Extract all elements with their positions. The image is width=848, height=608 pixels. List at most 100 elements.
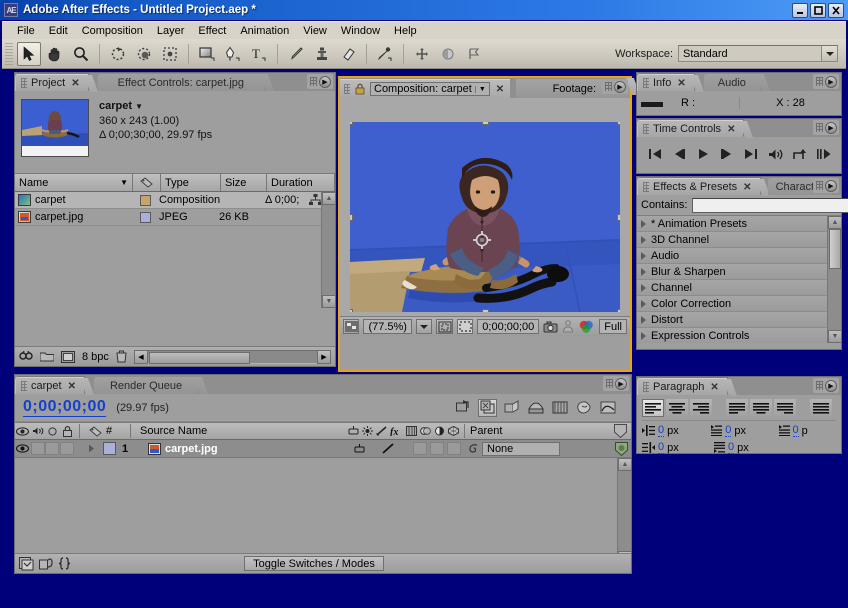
chevron-down-icon[interactable]: ▼ [474,85,486,93]
justify-all-icon[interactable] [810,399,832,417]
justify-last-center-icon[interactable] [750,399,772,417]
composition-panel-menu[interactable]: ▶ [602,79,628,94]
chevron-down-icon[interactable]: ▼ [135,102,143,111]
scroll-up-button[interactable]: ▲ [828,216,841,229]
panel-menu-icon[interactable]: ▶ [825,121,837,134]
zoom-level-display[interactable]: (77.5%) [363,319,412,334]
project-panel-menu[interactable]: ▶ [307,74,333,89]
frame-blending-icon[interactable] [526,399,545,417]
hide-shy-layers-icon[interactable] [502,399,521,417]
layer-shy-toggle[interactable] [354,443,365,454]
list-item[interactable]: Color Correction [637,296,841,312]
snapshot-flag-icon[interactable] [462,42,486,66]
column-source-name[interactable]: Source Name [134,425,344,437]
layer-lock-toggle[interactable] [59,442,75,455]
search-icon[interactable] [19,350,33,363]
list-item[interactable]: Blur & Sharpen [637,264,841,280]
column-label-swatch[interactable] [133,174,161,191]
new-folder-icon[interactable] [40,351,54,362]
column-name[interactable]: Name ▼ [15,174,133,191]
rotation-tool-icon[interactable] [106,42,130,66]
list-item[interactable]: Expression Controls [637,328,841,343]
tab-composition[interactable]: Composition: carpet ▼ ✕ [340,78,641,98]
disclosure-triangle-icon[interactable] [641,315,646,324]
loop-icon[interactable] [789,144,809,164]
pen-tool-icon[interactable] [221,42,245,66]
tab-info[interactable]: Info ✕ [637,74,704,92]
motion-blur-icon[interactable] [550,399,569,417]
selection-handle-tl[interactable] [350,122,353,125]
shy-icon[interactable] [348,426,359,436]
align-left-icon[interactable] [642,399,664,417]
layer-3d-toggle[interactable] [447,442,461,455]
menu-layer[interactable]: Layer [150,24,192,38]
frame-blend-icon[interactable] [406,426,417,436]
scroll-right-button[interactable]: ▶ [317,349,331,364]
selection-handle-tr[interactable] [617,122,620,125]
comp-flowchart-icon[interactable] [19,556,34,571]
layer-audio-toggle[interactable] [30,442,45,455]
list-item[interactable]: 3D Channel [637,232,841,248]
toggle-transparency-icon[interactable] [343,319,360,334]
panel-menu-icon[interactable]: ▶ [615,377,627,390]
selection-handle-mr[interactable] [617,214,620,221]
menu-composition[interactable]: Composition [75,24,150,38]
rectangle-mask-tool-icon[interactable] [195,42,219,66]
row-label-swatch[interactable] [131,194,159,206]
list-item[interactable]: * Animation Presets [637,216,841,232]
scroll-up-button[interactable]: ▲ [322,192,335,205]
scroll-thumb[interactable] [829,229,841,269]
tab-carpet-timeline[interactable]: carpet ✕ [15,377,95,395]
motion-blur-switch-icon[interactable] [420,426,431,436]
selection-handle-bl[interactable] [350,309,353,312]
effects-panel-menu[interactable]: ▶ [813,178,839,193]
next-frame-icon[interactable] [717,144,737,164]
selection-handle-ml[interactable] [350,214,353,221]
timeline-current-time[interactable]: 0;00;00;00 [23,398,107,417]
close-icon[interactable]: ✕ [677,78,685,89]
scroll-down-button[interactable]: ▼ [322,295,335,308]
draft-3d-icon[interactable] [478,398,497,417]
table-row[interactable]: 1 carpet.jpg None [15,440,631,458]
column-parent[interactable]: Parent [470,425,540,437]
table-row[interactable]: carpet.jpg JPEG 26 KB [15,209,335,226]
layer-label-swatch[interactable] [98,442,120,455]
disclosure-triangle-icon[interactable] [641,219,646,228]
tab-effects-presets[interactable]: Effects & Presets ✕ [637,178,770,196]
parent-shield-icon[interactable] [614,424,627,438]
brush-tool-icon[interactable] [284,42,308,66]
play-icon[interactable] [693,144,713,164]
close-icon[interactable]: ✕ [71,78,79,89]
scroll-down-button[interactable]: ▼ [828,330,841,343]
space-after-field[interactable]: 0 px [712,441,780,454]
ram-preview-icon[interactable] [813,144,833,164]
selection-handle-br[interactable] [617,309,620,312]
audio-icon[interactable] [765,144,785,164]
first-frame-icon[interactable] [645,144,665,164]
scroll-thumb[interactable] [148,351,251,364]
effects-search-input[interactable] [692,197,848,213]
timeline-vertical-scrollbar[interactable]: ▲ ▼ [617,458,632,564]
eraser-tool-icon[interactable] [336,42,360,66]
live-update-icon[interactable] [454,399,473,417]
panel-menu-icon[interactable]: ▶ [825,179,837,192]
3d-layer-icon[interactable] [448,426,459,436]
chevron-down-icon[interactable] [415,319,433,334]
disclosure-triangle-icon[interactable] [641,299,646,308]
layer-frame-blend-toggle[interactable] [413,442,427,455]
info-panel-menu[interactable]: ▶ [813,74,839,89]
new-composition-icon[interactable] [61,350,75,363]
clone-stamp-tool-icon[interactable] [310,42,334,66]
paragraph-panel-menu[interactable]: ▶ [813,378,839,393]
project-horizontal-scrollbar[interactable]: ◀ ▶ [133,349,331,364]
space-before-field[interactable]: 0 p [777,424,837,437]
project-item-name[interactable]: carpet ▼ [99,99,212,114]
close-icon[interactable]: ✕ [727,124,735,135]
menu-view[interactable]: View [296,24,334,38]
last-frame-icon[interactable] [741,144,761,164]
speaker-icon[interactable] [30,426,45,436]
maximize-button[interactable] [810,2,826,18]
close-icon[interactable]: ✕ [496,84,504,95]
close-button[interactable] [828,2,844,18]
workspace-select[interactable]: Standard [678,45,838,62]
